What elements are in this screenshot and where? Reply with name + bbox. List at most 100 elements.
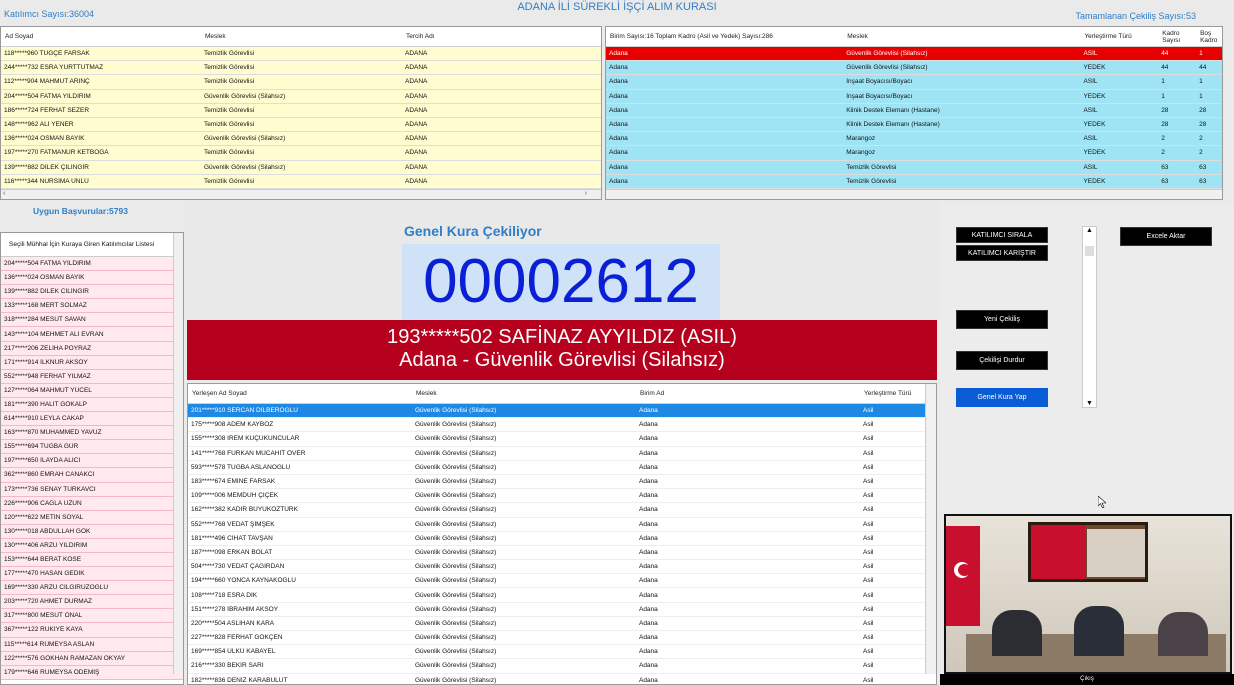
list-item[interactable]: 153*****644 BERAT KÖSE [1,552,183,568]
column-header: Yerleştirme Türü [864,390,912,397]
list-item[interactable]: 181*****390 HALİT GÖKALP [1,397,183,413]
table-cell: 182*****836 DENİZ KARABULUT [191,676,288,684]
table-row[interactable]: 593*****578 TUĞBA ASLANOĞLU Güvenlik Göre… [188,460,936,475]
table-row[interactable]: Adana Temizlik Görevlisi YEDEK 63 63 [606,174,1222,189]
list-item[interactable]: 130*****406 ARZU YILDIRIM [1,538,183,553]
sort-participants-button[interactable]: KATILIMCI SIRALA [956,227,1048,243]
results-table[interactable]: Yerleşen Ad Soyad Meslek Birim Ad Yerleş… [187,383,937,685]
table-row[interactable]: 220*****504 ASLIHAN KARA Güvenlik Görevli… [188,616,936,631]
table-row[interactable]: 183*****674 EMİNE FARSAK Güvenlik Görevli… [188,474,936,490]
list-item[interactable]: 171*****914 İLKNUR AKSOY [1,355,183,370]
table-row[interactable]: 216*****330 BEKİR SARI Güvenlik Görevlisi… [188,659,936,674]
scroll-up-icon[interactable]: ▲ [1083,227,1096,234]
table-row[interactable]: 187*****098 ERKAN BOLAT Güvenlik Görevlis… [188,545,936,561]
list-item[interactable]: 203*****720 AHMET DURMAZ [1,595,183,610]
table-row[interactable]: 108*****718 ESRA DİK Güvenlik Görevlisi (… [188,588,936,603]
list-item[interactable]: 367*****122 RUKİYE KAYA [1,623,183,638]
vertical-scrollbar[interactable]: ▲ ▼ [1082,226,1097,408]
exit-button[interactable]: Çıkış [940,674,1234,685]
table-row[interactable]: 151*****278 İBRAHİM AKSOY Güvenlik Görevl… [188,602,936,617]
vertical-scrollbar[interactable] [925,384,936,674]
horizontal-scrollbar[interactable] [606,189,1222,199]
table-row[interactable]: 204*****504 FATMA YILDIRIM Güvenlik Görev… [1,89,601,104]
table-row[interactable]: 175*****908 ADEM KAYBOZ Güvenlik Görevlis… [188,418,936,433]
horizontal-scrollbar[interactable]: ‹ › [1,189,601,199]
list-item[interactable]: 143*****104 MEHMET ALİ EVRAN [1,327,183,342]
list-item[interactable]: 318*****284 MESUT SAVAN [1,313,183,328]
table-row[interactable]: 552*****768 VEDAT ŞİMŞEK Güvenlik Görevli… [188,517,936,532]
scroll-thumb[interactable] [1085,246,1094,256]
list-item[interactable]: 122*****576 GÖKHAN RAMAZAN OKYAY [1,651,183,666]
list-item[interactable]: 120*****622 METİN SOYAL [1,510,183,525]
table-row[interactable]: Adana Klinik Destek Elemanı (Hastane) YEDE… [606,117,1222,133]
table-row[interactable]: Adana Güvenlik Görevlisi (Silahsız) YEDEK 4… [606,61,1222,76]
table-row[interactable]: 201*****910 SERCAN DİLBEROĞLU Güvenlik Gö… [188,404,936,419]
list-item[interactable]: 552*****948 FERHAT YILMAZ [1,369,183,384]
table-cell: Temizlik Görevlisi [204,50,255,58]
shuffle-participants-button[interactable]: KATILIMCI KARIŞTIR [956,245,1048,261]
list-item[interactable]: 177*****470 HASAN GEDİK [1,567,183,582]
table-row[interactable]: 182*****836 DENİZ KARABULUT Güvenlik Göre… [188,673,936,684]
table-row[interactable]: 227*****828 FERHAT GÖKÇEN Güvenlik Görevl… [188,631,936,646]
list-item[interactable]: 179*****646 RUMEYSA ÖDEMİŞ [1,665,183,680]
draw-status: Genel Kura Çekiliyor [404,223,542,239]
stop-draw-button[interactable]: Çekilişi Durdur [956,351,1048,370]
table-row[interactable]: 194*****660 YONCA KAYNAKOĞLU Güvenlik Gör… [188,574,936,589]
scroll-down-icon[interactable]: ▼ [1083,400,1096,407]
table-row[interactable]: 148*****962 ALİ YENER Temizlik Görevlisi A… [1,117,601,133]
list-item[interactable]: 226*****906 CAĞLA UZUN [1,496,183,511]
table-cell: Güvenlik Görevlisi (Silahsız) [415,605,497,613]
list-item[interactable]: 197*****650 İLAYDA ALICI [1,454,183,469]
list-item[interactable]: 204*****504 FATMA YILDIRIM [1,257,183,272]
vertical-scrollbar[interactable] [173,233,183,674]
table-cell: ADANA [405,78,428,86]
list-item[interactable]: 173*****736 SENAY TÜRKAVCI [1,482,183,497]
table-row[interactable]: 504*****730 VEDAT ÇAĞIRDAN Güvenlik Görev… [188,560,936,575]
table-row[interactable]: 109*****006 MEMDUH ÇİÇEK Güvenlik Görevli… [188,489,936,504]
table-row[interactable]: 141*****768 FURKAN MÜCAHİT ÖVER Güvenlik … [188,446,936,461]
table-row[interactable]: 197*****270 FATMANUR KETBOĞA Temizlik Gör… [1,146,601,161]
table-row[interactable]: 181*****496 CİHAT TAVŞAN Güvenlik Görevli… [188,531,936,546]
table-cell: Asil [863,577,874,585]
table-row[interactable]: 162*****382 KADİR BÜYÜKÖZTÜRK Güvenlik Gö… [188,503,936,518]
list-item[interactable]: 115*****614 RÜMEYSA ASLAN [1,637,183,652]
participants-table[interactable]: Ad Soyad Meslek Tercih Adı 118*****960 T… [0,26,602,200]
table-row[interactable]: Adana İnşaat Boyacısı/Boyacı YEDEK 1 1 [606,89,1222,104]
list-item[interactable]: 163*****870 MUHAMMED YAVUZ [1,426,183,441]
table-row[interactable]: 136*****024 OSMAN BAYIK Güvenlik Görevlis… [1,132,601,147]
list-item[interactable]: 136*****024 OSMAN BAYIK [1,271,183,286]
scroll-left-icon[interactable]: ‹ [3,190,5,197]
new-draw-button[interactable]: Yeni Çekiliş [956,310,1048,329]
list-item[interactable]: 169*****330 ARZU CİLGİRÜZOĞLU [1,581,183,596]
general-draw-button[interactable]: Genel Kura Yap [956,388,1048,407]
table-row[interactable]: Adana Marangoz ASİL 2 2 [606,132,1222,147]
list-item[interactable]: 362*****860 EMRAH CANAKCI [1,468,183,483]
table-row[interactable]: 169*****854 ÜLKÜ KABAYEL Güvenlik Görevli… [188,645,936,660]
list-item[interactable]: 317*****800 MESUT ÖNAL [1,609,183,624]
table-row[interactable]: 112*****904 MAHMUT ARINÇ Temizlik Görevli… [1,75,601,90]
positions-table[interactable]: Birim Sayısı:16 Toplam Kadro (Asil ve Ye… [605,26,1223,200]
export-excel-button[interactable]: Excele Aktar [1120,227,1212,246]
list-item[interactable]: 133*****168 MERT SOLMAZ [1,299,183,314]
list-item[interactable]: 614*****910 LEYLA CAKAP [1,412,183,427]
eligible-list[interactable]: Seçili Mühhal İçin Kuraya Giren Katılımc… [0,232,184,685]
table-row[interactable]: 244*****732 ESRA YURTTUTMAZ Temizlik Göre… [1,61,601,76]
table-row[interactable]: Adana Klinik Destek Elemanı (Hastane) ASİL… [606,103,1222,118]
table-row[interactable]: 118*****960 TUĞÇE FARSAK Temizlik Görevli… [1,47,601,62]
table-row[interactable]: Adana Marangoz YEDEK 2 2 [606,146,1222,161]
table-row[interactable]: Adana Temizlik Görevlisi ASİL 63 63 [606,160,1222,175]
list-item[interactable]: 139*****882 DİLEK CİLİNGİR [1,285,183,300]
table-row[interactable]: 186*****724 FERHAT SEZER Temizlik Görevli… [1,103,601,118]
table-header: Yerleşen Ad Soyad Meslek Birim Ad Yerleş… [188,384,936,404]
list-item[interactable]: 155*****694 TUĞBA GÜR [1,440,183,455]
list-item[interactable]: 130*****018 ABDULLAH GÖK [1,524,183,539]
table-row[interactable]: Adana İnşaat Boyacısı/Boyacı ASİL 1 1 [606,75,1222,90]
table-row[interactable]: 139*****882 DİLEK ÇİLİNGİR Güvenlik Görev… [1,160,601,175]
table-row[interactable]: Adana Güvenlik Görevlisi (Silahsız) ASİL 44… [606,47,1222,62]
list-item[interactable]: 217*****206 ZELİHA POYRAZ [1,341,183,356]
list-item-label: 614*****910 LEYLA CAKAP [4,415,84,423]
table-row[interactable]: 116*****344 NURSİMA ÜNLÜ Temizlik Görevli… [1,174,601,189]
table-row[interactable]: 155*****308 İREM KÜÇÜKUNCULAR Güvenlik Gö… [188,432,936,447]
list-item[interactable]: 127*****064 MAHMUT YÜCEL [1,383,183,398]
scroll-right-icon[interactable]: › [585,190,587,197]
